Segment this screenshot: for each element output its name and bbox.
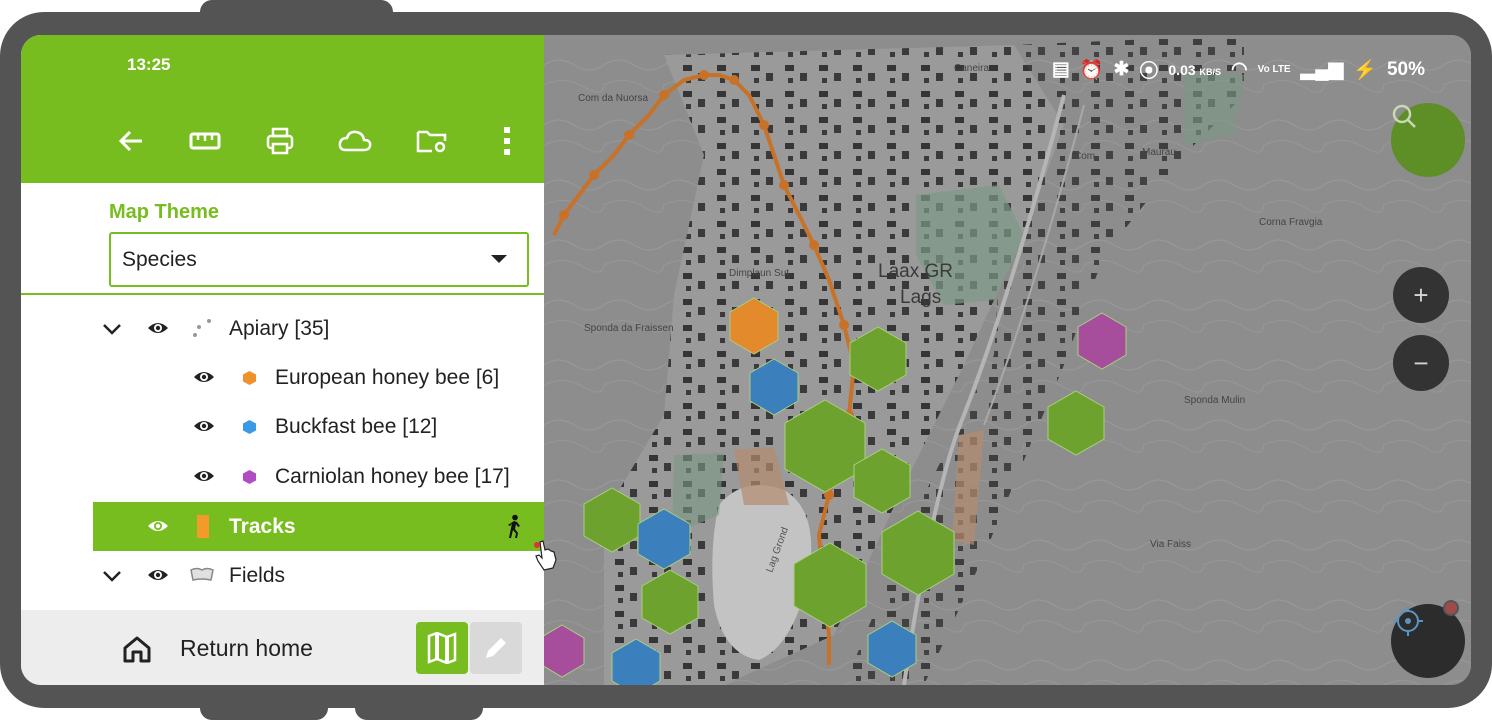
device-button-top — [200, 0, 393, 30]
eye-icon[interactable] — [193, 467, 215, 485]
screen: Laax GR Lags Com da Nuorsa Dimplaun Sut … — [21, 35, 1471, 685]
pencil-icon — [486, 638, 506, 658]
project-settings-button[interactable] — [412, 121, 452, 161]
layer-label: Buckfast bee [12] — [275, 414, 438, 438]
place-label-2: Lags — [900, 287, 941, 308]
buckfast-bee-symbol-icon — [243, 420, 256, 434]
street-label: Via Faiss — [1150, 539, 1191, 550]
ruler-icon — [189, 132, 221, 150]
layer-row-carniolan-honey-bee[interactable]: Carniolan honey bee [17] — [21, 452, 544, 501]
eye-icon[interactable] — [193, 368, 215, 386]
folder-settings-icon — [416, 130, 447, 153]
wifi-icon: ◠ — [1231, 59, 1248, 80]
home-icon[interactable] — [122, 635, 152, 663]
more-vert-icon — [504, 127, 510, 155]
eye-icon[interactable] — [147, 517, 169, 535]
dropdown-arrow-icon — [491, 255, 507, 263]
street-label: Sponda da Fraissen — [584, 323, 674, 334]
map-canvas[interactable]: Laax GR Lags Com da Nuorsa Dimplaun Sut … — [544, 35, 1471, 685]
zoom-in-button[interactable]: + — [1393, 267, 1449, 323]
device-button-bottom-left — [200, 690, 328, 720]
panel-header: 13:25 — [21, 35, 544, 183]
map-theme-label: Map Theme — [109, 201, 220, 223]
street-label: Caneira — [954, 63, 989, 74]
map-view[interactable]: Laax GR Lags Com da Nuorsa Dimplaun Sut … — [544, 35, 1471, 685]
tracking-walker-icon[interactable] — [505, 514, 525, 540]
layer-label: European honey bee [6] — [275, 365, 500, 389]
map-theme-dropdown[interactable]: Species — [109, 232, 529, 287]
print-button[interactable] — [260, 121, 300, 161]
search-button[interactable] — [1391, 103, 1465, 177]
print-icon — [266, 127, 294, 155]
panel-footer: Return home — [21, 610, 544, 685]
volte-indicator: Vo LTE — [1257, 64, 1291, 75]
divider — [21, 293, 544, 295]
place-label-1: Laax GR — [878, 261, 953, 282]
back-arrow-icon — [118, 130, 142, 152]
browse-mode-button[interactable] — [416, 622, 468, 674]
cloud-icon — [338, 130, 372, 152]
street-label: Dimplaun Sut — [729, 268, 789, 279]
map-icon — [427, 632, 457, 664]
carniolan-honey-bee-symbol-icon — [243, 470, 256, 484]
search-icon — [1392, 104, 1416, 128]
track-layer-symbol-icon — [197, 515, 209, 538]
layer-row-tracks[interactable]: Tracks — [93, 502, 544, 551]
street-label: Com da Nuorsa — [578, 93, 648, 104]
battery-percentage: 50% — [1386, 58, 1425, 80]
digitize-mode-button[interactable] — [470, 622, 522, 674]
signal-icon: ▂▄▆ — [1300, 59, 1344, 80]
network-speed: 0.03 KB/S — [1168, 61, 1222, 78]
layers-panel: 13:25 Map Theme Species Apiary [35] Euro… — [21, 35, 544, 685]
eye-icon[interactable] — [147, 566, 169, 584]
gps-crosshair-icon — [1393, 606, 1423, 636]
status-time: 13:25 — [127, 55, 171, 74]
eye-icon[interactable] — [193, 417, 215, 435]
street-label: Com — [1074, 151, 1095, 162]
layer-row-apiary[interactable]: Apiary [35] — [21, 304, 544, 353]
cloud-button[interactable] — [335, 121, 375, 161]
alarm-icon: ⏰ — [1079, 59, 1104, 81]
device-button-bottom-right — [355, 690, 483, 720]
back-button[interactable] — [111, 121, 151, 161]
european-honey-bee-symbol-icon — [243, 371, 256, 385]
gps-status-dot — [1443, 600, 1459, 616]
bluetooth-icon: ✱ — [1113, 59, 1130, 80]
notification-icon: ▤ — [1051, 59, 1070, 80]
layer-row-fields[interactable]: Fields — [21, 551, 544, 600]
street-label: Corna Fravgia — [1259, 217, 1323, 228]
layer-label: Carniolan honey bee [17] — [275, 464, 510, 488]
more-menu-button[interactable] — [487, 121, 527, 161]
point-layer-icon — [193, 319, 211, 337]
layer-row-european-honey-bee[interactable]: European honey bee [6] — [21, 353, 544, 402]
polygon-layer-icon — [190, 567, 214, 581]
chevron-down-icon[interactable] — [101, 318, 123, 340]
location-icon: ⦿ — [1139, 61, 1159, 82]
status-bar: ▤ ⏰ ✱ ⦿ 0.03 KB/S ◠ Vo LTE ▂▄▆ ⚡ 50% — [1052, 56, 1425, 83]
battery-icon: ⚡ — [1353, 59, 1377, 81]
layer-label: Fields — [229, 563, 286, 587]
layer-row-buckfast-bee[interactable]: Buckfast bee [12] — [21, 402, 544, 451]
hand-cursor-icon — [534, 540, 557, 571]
map-theme-value: Species — [122, 247, 197, 271]
plus-icon: + — [1413, 279, 1429, 310]
layer-label: Tracks — [229, 514, 296, 538]
layer-label: Apiary [35] — [229, 316, 330, 340]
measure-button[interactable] — [185, 121, 225, 161]
minus-icon: − — [1413, 347, 1429, 378]
eye-icon[interactable] — [147, 319, 169, 337]
chevron-down-icon[interactable] — [101, 565, 123, 587]
zoom-out-button[interactable]: − — [1393, 335, 1449, 391]
street-label: Sponda Mulin — [1184, 395, 1245, 406]
street-label: Maurau — [1142, 147, 1176, 158]
return-home-button[interactable]: Return home — [180, 635, 313, 662]
